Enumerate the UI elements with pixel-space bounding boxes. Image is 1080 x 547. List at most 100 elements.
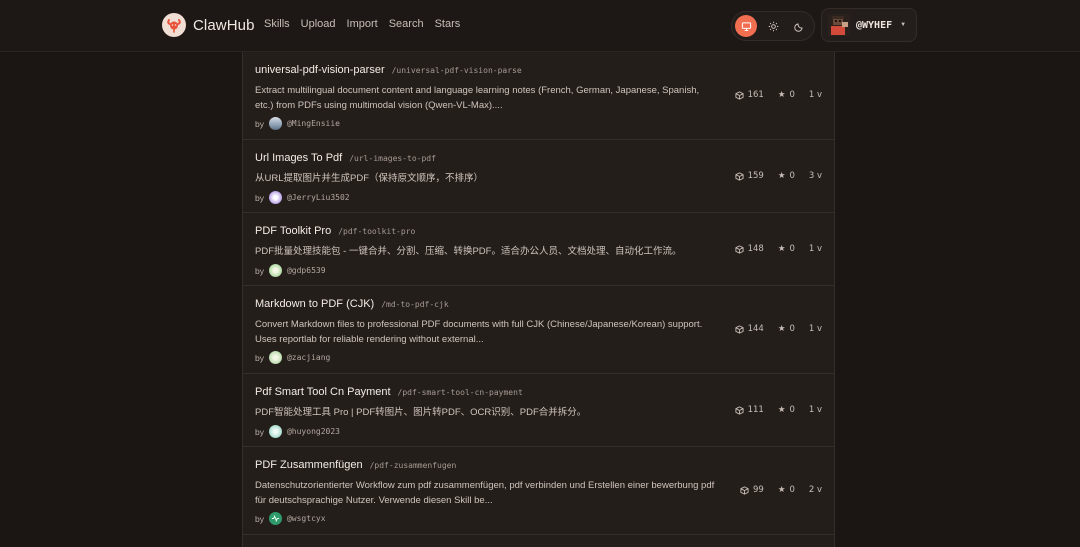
package-icon xyxy=(735,90,744,100)
author-handle[interactable]: @JerryLiu3502 xyxy=(287,193,350,202)
skill-byline: by @wsgtcyx xyxy=(255,512,326,525)
author-handle[interactable]: @gdp6539 xyxy=(287,266,326,275)
download-count: 144 xyxy=(747,324,764,334)
version-count: 3 v xyxy=(808,171,822,181)
skill-card[interactable]: Pdf Smart Tool Cn Payment /pdf-smart-too… xyxy=(243,374,834,447)
package-icon xyxy=(735,324,744,334)
skill-description: 从URL提取图片并生成PDF（保持原文顺序，不排序） xyxy=(255,173,484,184)
nav-skills-link[interactable]: Skills xyxy=(264,18,290,30)
pulse-icon xyxy=(271,514,280,523)
nav-stars-link[interactable]: Stars xyxy=(435,18,461,30)
star-count: 0 xyxy=(789,324,795,334)
user-avatar xyxy=(828,14,850,36)
author-handle[interactable]: @huyong2023 xyxy=(287,427,340,436)
star-icon: ★ xyxy=(777,90,786,100)
user-handle: @WYHEF xyxy=(856,19,893,31)
sun-icon xyxy=(768,21,778,31)
user-menu-button[interactable]: @WYHEF ▼ xyxy=(821,8,917,42)
nav-upload-link[interactable]: Upload xyxy=(301,18,336,30)
star-count: 0 xyxy=(789,244,795,254)
skill-byline: by @huyong2023 xyxy=(255,425,340,438)
author-avatar[interactable] xyxy=(268,512,282,525)
moon-icon xyxy=(793,22,803,32)
download-count: 111 xyxy=(747,405,764,415)
skill-card[interactable]: Markdown to PDF (CJK) /md-to-pdf-cjk Con… xyxy=(243,286,834,374)
skill-byline: by @JerryLiu3502 xyxy=(255,191,350,204)
skill-name[interactable]: PDF Toolkit Pro xyxy=(255,225,331,237)
skill-slug: /universal-pdf-vision-parse xyxy=(391,66,522,75)
skill-stats: 144 ★ 0 1 v xyxy=(735,324,822,334)
version-count: 1 v xyxy=(808,244,822,254)
skill-slug: /md-to-pdf-cjk xyxy=(381,300,449,309)
skill-stats: 161 ★ 0 1 v xyxy=(735,90,822,100)
lobster-logo-icon xyxy=(162,13,186,37)
skill-description: Datenschutzorientierter Workflow zum pdf… xyxy=(255,480,715,506)
download-count: 148 xyxy=(747,244,764,254)
skill-name[interactable]: universal-pdf-vision-parser xyxy=(255,64,385,76)
skill-name[interactable]: PDF Zusammenfügen xyxy=(255,459,363,471)
star-icon: ★ xyxy=(777,171,786,181)
skill-description: Convert Markdown files to professional P… xyxy=(255,319,703,345)
skill-slug: /pdf-toolkit-pro xyxy=(338,227,416,236)
brand-name: ClawHub xyxy=(193,16,255,34)
star-icon: ★ xyxy=(777,244,786,254)
package-icon xyxy=(735,171,744,181)
author-handle[interactable]: @MingEnsiie xyxy=(287,119,340,128)
version-count: 1 v xyxy=(808,405,822,415)
skill-card[interactable]: PDF Toolkit Pro /pdf-toolkit-pro PDF批量处理… xyxy=(243,213,834,286)
author-avatar[interactable] xyxy=(268,351,282,364)
top-navigation-bar: ClawHub Skills Upload Import Search Star… xyxy=(0,0,1080,52)
skill-description: PDF智能处理工具 Pro | PDF转图片、图片转PDF、OCR识别、PDF合… xyxy=(255,407,587,418)
theme-light-button[interactable] xyxy=(762,15,784,37)
skill-stats: 99 ★ 0 2 v xyxy=(740,485,822,495)
theme-switcher xyxy=(731,11,815,41)
author-avatar[interactable] xyxy=(268,425,282,438)
author-avatar[interactable] xyxy=(268,264,282,277)
theme-system-button[interactable] xyxy=(735,15,757,37)
author-avatar[interactable] xyxy=(268,117,282,130)
skill-stats: 159 ★ 0 3 v xyxy=(735,171,822,181)
author-handle[interactable]: @wsgtcyx xyxy=(287,514,326,523)
main-nav: Skills Upload Import Search Stars xyxy=(264,18,460,30)
version-count: 1 v xyxy=(808,90,822,100)
skill-description: PDF批量处理技能包 - 一键合并、分割、压缩、转换PDF。适合办公人员、文档处… xyxy=(255,246,682,257)
skill-stats: 148 ★ 0 1 v xyxy=(735,244,822,254)
skill-card[interactable]: Url Images To Pdf /url-images-to-pdf 从UR… xyxy=(243,140,834,213)
brand-home-link[interactable]: ClawHub xyxy=(162,13,255,37)
skill-name[interactable]: Pdf Smart Tool Cn Payment xyxy=(255,386,391,398)
star-count: 0 xyxy=(789,485,795,495)
skill-slug: /url-images-to-pdf xyxy=(349,154,436,163)
download-count: 159 xyxy=(747,171,764,181)
skill-byline: by @gdp6539 xyxy=(255,264,326,277)
star-count: 0 xyxy=(789,90,795,100)
version-count: 1 v xyxy=(808,324,822,334)
monitor-icon xyxy=(741,21,751,31)
download-count: 99 xyxy=(752,485,764,495)
skill-description: Extract multilingual document content an… xyxy=(255,85,700,111)
by-label: by xyxy=(255,352,264,363)
by-label: by xyxy=(255,426,264,437)
package-icon xyxy=(740,485,749,495)
star-count: 0 xyxy=(789,171,795,181)
by-label: by xyxy=(255,265,264,276)
theme-dark-button[interactable] xyxy=(788,15,810,37)
star-count: 0 xyxy=(789,405,795,415)
author-handle[interactable]: @zacjiang xyxy=(287,353,330,362)
package-icon xyxy=(735,244,744,254)
nav-search-link[interactable]: Search xyxy=(389,18,424,30)
skill-byline: by @zacjiang xyxy=(255,351,330,364)
skill-card[interactable]: universal-pdf-vision-parser /universal-p… xyxy=(243,52,834,140)
by-label: by xyxy=(255,513,264,524)
skills-list: universal-pdf-vision-parser /universal-p… xyxy=(242,52,835,547)
skill-name[interactable]: Markdown to PDF (CJK) xyxy=(255,298,374,310)
version-count: 2 v xyxy=(808,485,822,495)
skill-name[interactable]: Url Images To Pdf xyxy=(255,152,342,164)
star-icon: ★ xyxy=(777,485,786,495)
skill-slug: /pdf-smart-tool-cn-payment xyxy=(397,388,523,397)
skill-card[interactable]: PDF Zusammenfügen /pdf-zusammenfugen Dat… xyxy=(243,447,834,535)
star-icon: ★ xyxy=(777,405,786,415)
package-icon xyxy=(735,405,744,415)
nav-import-link[interactable]: Import xyxy=(347,18,378,30)
author-avatar[interactable] xyxy=(268,191,282,204)
skill-slug: /pdf-zusammenfugen xyxy=(369,461,457,470)
